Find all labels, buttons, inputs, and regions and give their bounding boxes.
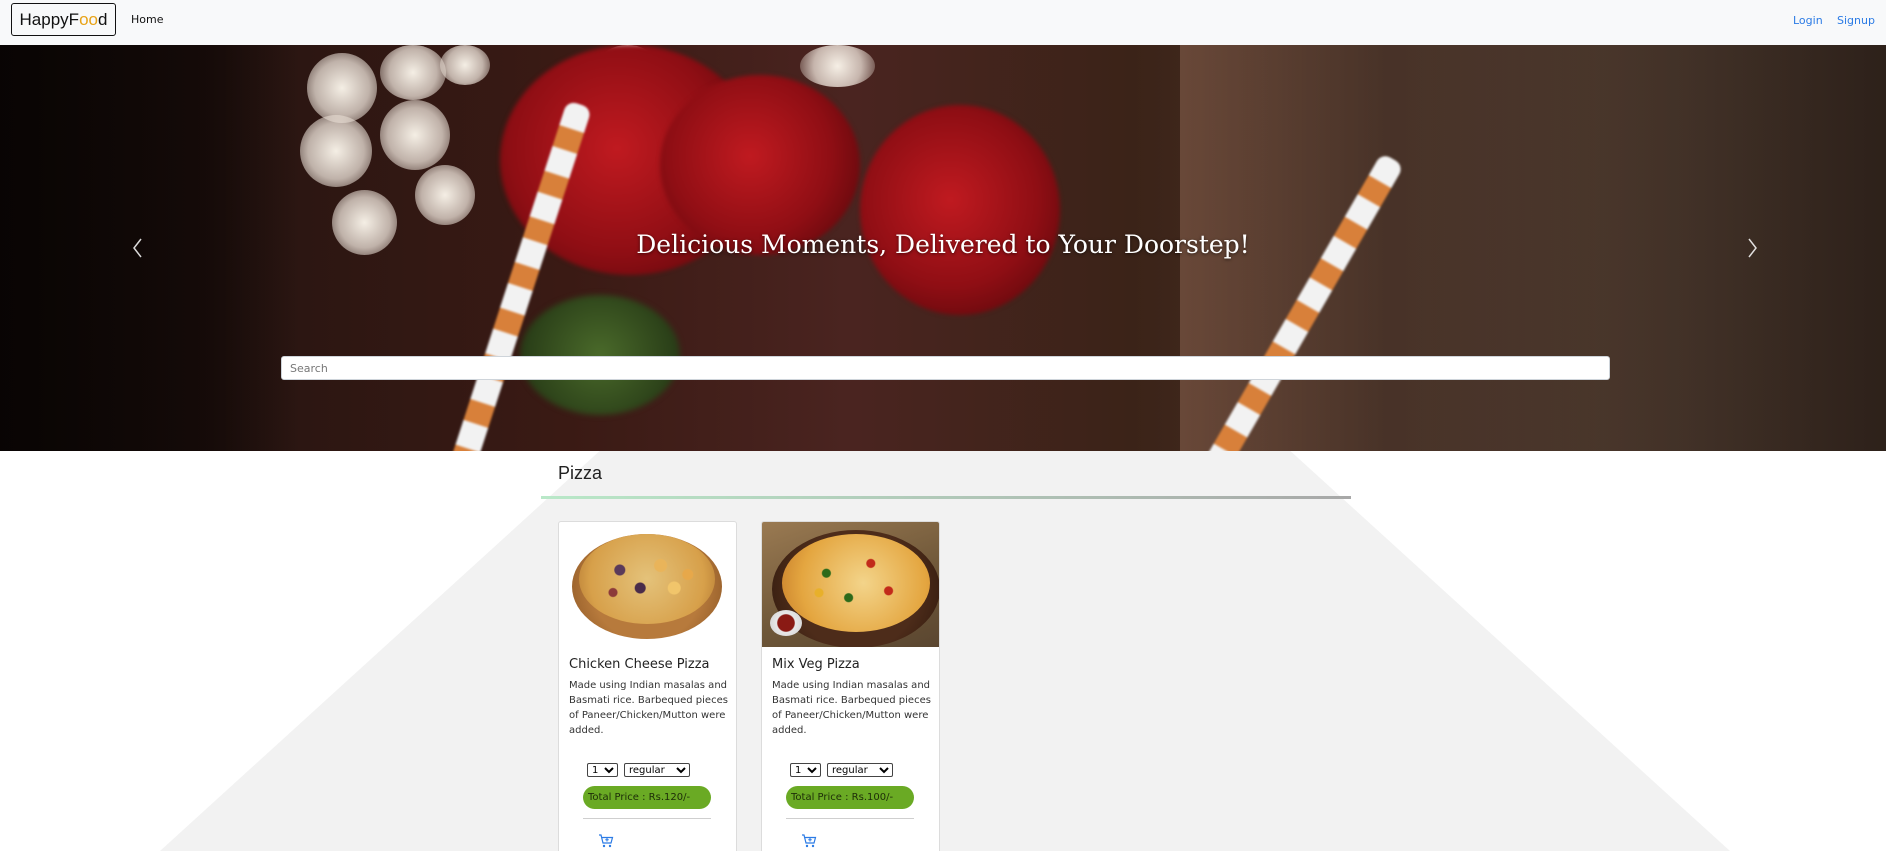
product-image xyxy=(762,522,939,647)
product-description: Made using Indian masalas and Basmati ri… xyxy=(772,680,931,736)
hero-carousel: Delicious Moments, Delivered to Your Doo… xyxy=(0,45,1886,451)
size-select[interactable]: regular xyxy=(624,763,690,777)
bokeh-light xyxy=(307,53,377,123)
brand-text-start: HappyF xyxy=(19,9,80,29)
quantity-select[interactable]: 1 xyxy=(790,763,821,777)
pizza-topping xyxy=(579,534,715,624)
rose-flower xyxy=(860,105,1060,315)
total-price-badge: Total Price : Rs.120/- xyxy=(583,786,711,809)
bokeh-light xyxy=(300,115,372,187)
hero-title: Delicious Moments, Delivered to Your Doo… xyxy=(636,230,1250,259)
add-to-cart-icon[interactable] xyxy=(598,833,614,849)
product-name: Chicken Cheese Pizza xyxy=(569,657,710,672)
nav-home-link[interactable]: Home xyxy=(131,13,163,26)
bokeh-light xyxy=(380,45,446,100)
search-input[interactable] xyxy=(281,356,1610,380)
product-description: Made using Indian masalas and Basmati ri… xyxy=(569,680,728,736)
brand-text-end: d xyxy=(97,9,108,29)
category-divider xyxy=(541,496,1351,499)
bokeh-light xyxy=(440,45,490,85)
product-name: Mix Veg Pizza xyxy=(772,657,860,672)
card-divider xyxy=(583,818,711,819)
nav-signup-link[interactable]: Signup xyxy=(1837,14,1875,27)
total-price-badge: Total Price : Rs.100/- xyxy=(786,786,914,809)
size-select[interactable]: regular xyxy=(827,763,893,777)
rose-flower xyxy=(660,75,860,255)
brand-text-accent: oo xyxy=(79,9,98,29)
product-image xyxy=(559,522,736,647)
add-to-cart-icon[interactable] xyxy=(801,833,817,849)
nav-login-link[interactable]: Login xyxy=(1793,14,1823,27)
bokeh-light xyxy=(800,45,875,87)
category-title: Pizza xyxy=(558,463,603,483)
leaf xyxy=(520,295,680,415)
product-card: Chicken Cheese Pizza Made using Indian m… xyxy=(558,521,737,851)
dip-bowl xyxy=(770,610,802,636)
bokeh-light xyxy=(415,165,475,225)
quantity-select[interactable]: 1 xyxy=(587,763,618,777)
product-card: Mix Veg Pizza Made using Indian masalas … xyxy=(761,521,940,851)
brand-logo[interactable]: HappyF oo d xyxy=(11,3,116,36)
navbar: HappyF oo d Home Login Signup xyxy=(0,0,1886,45)
card-divider xyxy=(786,818,914,819)
bokeh-light xyxy=(380,100,450,170)
pizza-topping xyxy=(782,534,930,632)
